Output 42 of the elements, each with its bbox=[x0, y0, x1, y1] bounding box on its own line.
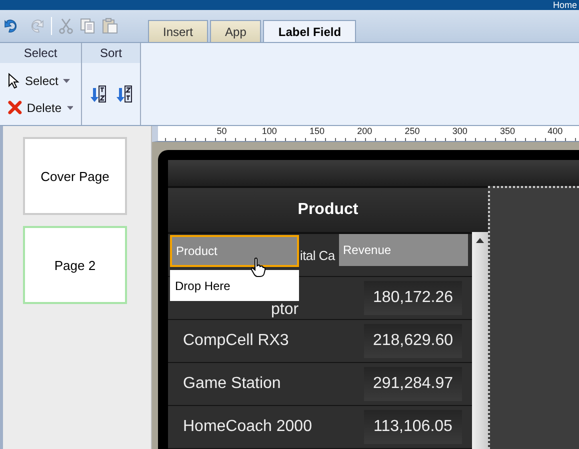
scrollbar[interactable] bbox=[472, 232, 488, 449]
table-cell: 291,284.97 bbox=[364, 367, 462, 401]
table-cell: ptor bbox=[271, 301, 299, 318]
table-cell: 180,172.26 bbox=[364, 281, 462, 315]
column-header: Product bbox=[168, 186, 488, 232]
tab[interactable]: Insert bbox=[148, 20, 208, 42]
dragged-field-chip[interactable]: Product bbox=[170, 235, 299, 267]
ruler-label: 100 bbox=[260, 126, 278, 137]
scroll-up-icon[interactable] bbox=[476, 238, 484, 243]
cut-icon[interactable] bbox=[58, 18, 74, 34]
ruler-label: 350 bbox=[499, 126, 516, 137]
cursor-icon bbox=[8, 72, 20, 89]
ruler-label: 150 bbox=[308, 126, 326, 137]
table-cell: 113,106.05 bbox=[364, 410, 462, 444]
ruler-label: 400 bbox=[546, 126, 564, 137]
ruler-label: 50 bbox=[216, 126, 228, 137]
sort-ascending-icon[interactable] bbox=[90, 85, 106, 103]
page-thumbnail[interactable]: Page 2 bbox=[23, 226, 127, 304]
group-title: Select bbox=[0, 43, 81, 63]
ruler-label: 200 bbox=[356, 126, 374, 137]
delete-icon bbox=[8, 100, 22, 116]
table-cell: Game Station bbox=[183, 375, 281, 393]
tab[interactable]: App bbox=[210, 20, 262, 42]
paste-icon[interactable] bbox=[102, 18, 118, 34]
delete-menu-button[interactable]: Delete bbox=[0, 98, 81, 118]
ruler-label: 300 bbox=[451, 126, 468, 137]
hand-cursor-icon bbox=[250, 257, 266, 277]
sort-descending-icon[interactable] bbox=[116, 85, 132, 103]
dropdown-caret-icon bbox=[63, 78, 70, 83]
tab[interactable]: Label Field bbox=[263, 20, 356, 42]
ruler-label: 250 bbox=[404, 126, 421, 137]
page-thumbnail[interactable]: Cover Page bbox=[23, 137, 127, 215]
table-cell: 218,629.60 bbox=[364, 324, 462, 358]
table-cell: CompCell RX3 bbox=[183, 332, 289, 350]
home-link[interactable]: Home bbox=[552, 1, 579, 10]
dropdown-caret-icon bbox=[66, 106, 73, 110]
group-title: Sort bbox=[82, 43, 140, 63]
select-menu-button[interactable]: Select bbox=[0, 70, 81, 91]
drop-target[interactable]: Drop Here bbox=[170, 270, 299, 301]
copy-icon[interactable] bbox=[80, 18, 96, 34]
table-cell: ital Ca bbox=[300, 248, 335, 262]
table-cell: HomeCoach 2000 bbox=[183, 418, 312, 436]
